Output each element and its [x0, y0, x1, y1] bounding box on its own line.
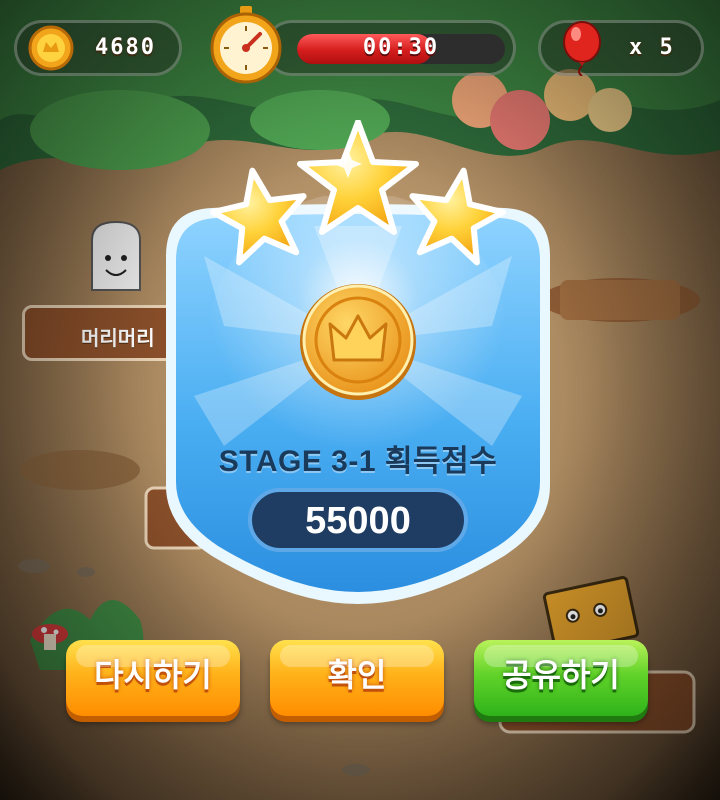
stage-score-label: STAGE 3-1 획득점수 — [218, 445, 498, 478]
share-button[interactable]: 공유하기 — [474, 640, 648, 716]
confirm-button[interactable]: 확인 — [270, 640, 444, 716]
score-box: 55000 — [248, 488, 468, 552]
timer-bar-container: 00:30 — [264, 20, 516, 76]
background-sign: 머리머리 — [22, 305, 182, 361]
game-screen: 머리머리 4680 00:30 x 5 STAGE 3-1 획득점수 55000… — [0, 0, 720, 800]
lives-count: x 5 — [629, 35, 675, 60]
coin-count: 4680 — [95, 35, 156, 60]
score-value: 55000 — [305, 500, 411, 542]
coin-icon — [28, 25, 74, 71]
retry-button[interactable]: 다시하기 — [66, 640, 240, 716]
retry-button-label: 다시하기 — [94, 657, 212, 693]
confirm-button-label: 확인 — [327, 657, 387, 693]
star-icon — [297, 120, 419, 235]
background-sign-label: 머리머리 — [81, 326, 155, 350]
star-icon — [209, 167, 307, 266]
balloon-icon — [563, 21, 601, 76]
star-rating — [209, 120, 507, 266]
share-button-label: 공유하기 — [502, 657, 620, 693]
timer-value: 00:30 — [362, 35, 440, 60]
coin-counter: 4680 — [14, 20, 182, 76]
lives-counter: x 5 — [538, 20, 704, 76]
star-icon — [409, 167, 507, 266]
result-panel: STAGE 3-1 획득점수 55000 — [164, 120, 552, 606]
stopwatch-icon — [210, 6, 282, 84]
timer-track: 00:30 — [297, 34, 505, 64]
